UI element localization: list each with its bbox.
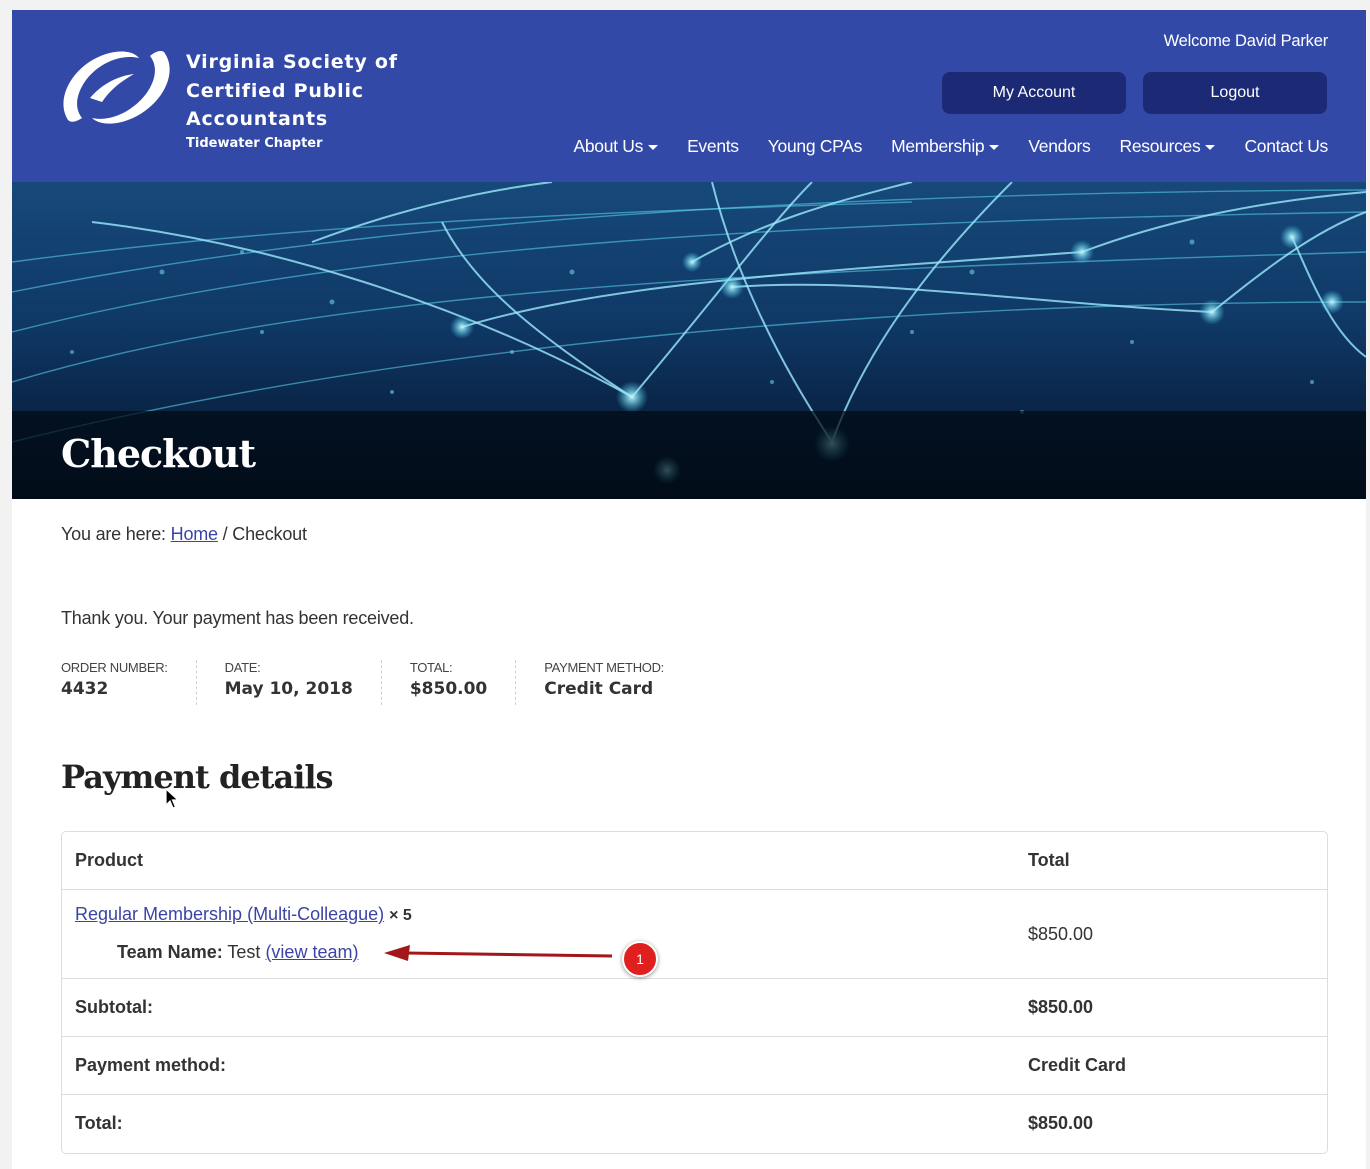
order-overview: Order number: 4432 Date: May 10, 2018 To… — [61, 660, 720, 705]
product-column-header: Product — [75, 850, 144, 870]
breadcrumb-separator: / — [222, 524, 228, 544]
product-quantity: × 5 — [389, 907, 412, 924]
table-row: Regular Membership (Multi-Colleague) × 5… — [62, 890, 1327, 979]
org-name: Virginia Society of Certified Public Acc… — [186, 51, 398, 130]
nav-label: Resources — [1119, 136, 1201, 156]
subtotal-label: Subtotal: — [75, 997, 153, 1017]
mouse-pointer-icon — [165, 788, 179, 809]
order-number: Order number: 4432 — [61, 660, 197, 705]
my-account-button[interactable]: My Account — [942, 72, 1126, 114]
page-title: Checkout — [61, 431, 256, 476]
main-nav: About Us Events Young CPAs Membership Ve… — [544, 136, 1328, 157]
caret-down-icon — [1205, 145, 1216, 150]
team-name-label: Team Name: — [117, 942, 223, 962]
product-total: $850.00 — [1028, 924, 1094, 944]
nav-membership[interactable]: Membership — [891, 136, 1000, 157]
caret-down-icon — [989, 145, 1000, 150]
order-date-label: Date: — [224, 660, 261, 675]
org-chapter: Tidewater Chapter — [186, 136, 323, 151]
caret-down-icon — [648, 145, 659, 150]
order-total-label: Total: — [409, 660, 453, 675]
nav-label: About Us — [573, 136, 644, 156]
subtotal-value: $850.00 — [1028, 997, 1094, 1017]
order-received-message: Thank you. Your payment has been receive… — [61, 608, 414, 628]
breadcrumb: You are here: Home / Checkout — [61, 524, 307, 545]
breadcrumb-current: Checkout — [232, 524, 307, 544]
view-team-link[interactable]: (view team) — [265, 942, 358, 962]
page: Virginia Society of Certified Public Acc… — [12, 10, 1366, 1169]
vscpa-logo-icon[interactable] — [60, 46, 172, 128]
nav-label: Membership — [891, 136, 985, 156]
order-total-value: $850.00 — [409, 679, 488, 699]
total-label: Total: — [75, 1113, 123, 1133]
breadcrumb-prefix: You are here: — [61, 524, 166, 544]
order-date-value: May 10, 2018 — [224, 679, 353, 699]
order-payment-method-value: Credit Card — [544, 679, 654, 699]
annotation-arrow-icon — [384, 945, 613, 961]
nav-contact-us[interactable]: Contact Us — [1244, 136, 1328, 157]
nav-resources[interactable]: Resources — [1119, 136, 1216, 157]
payment-method-value: Credit Card — [1028, 1055, 1127, 1075]
total-row: Total: $850.00 — [62, 1095, 1327, 1153]
nav-events[interactable]: Events — [687, 136, 739, 157]
nav-label: Young CPAs — [767, 136, 863, 156]
team-name-value: Test — [227, 942, 261, 962]
breadcrumb-home-link[interactable]: Home — [171, 524, 218, 544]
nav-label: Vendors — [1028, 136, 1091, 156]
nav-label: Events — [687, 136, 739, 156]
page-title-bar: Checkout — [12, 411, 1366, 499]
order-date: Date: May 10, 2018 — [225, 660, 382, 705]
payment-method-label: Payment method: — [75, 1055, 227, 1075]
table-header-row: Product Total — [62, 832, 1327, 890]
payment-details-table: Product Total Regular Membership (Multi-… — [61, 831, 1328, 1154]
total-value: $850.00 — [1028, 1113, 1094, 1133]
subtotal-row: Subtotal: $850.00 — [62, 979, 1327, 1037]
total-column-header: Total — [1028, 850, 1070, 870]
nav-label: Contact Us — [1244, 136, 1328, 156]
payment-details-title: Payment details — [61, 758, 334, 796]
payment-method-row: Payment method: Credit Card — [62, 1037, 1327, 1095]
logout-button[interactable]: Logout — [1143, 72, 1327, 114]
hero-banner: Checkout — [12, 182, 1366, 499]
order-payment-method-label: Payment method: — [544, 660, 664, 675]
product-link[interactable]: Regular Membership (Multi-Colleague) — [75, 904, 384, 924]
product-cell: Regular Membership (Multi-Colleague) × 5 — [75, 904, 412, 925]
order-total: Total: $850.00 — [409, 660, 517, 705]
welcome-text: Welcome David Parker — [1163, 32, 1329, 50]
site-header: Virginia Society of Certified Public Acc… — [12, 10, 1366, 182]
nav-about-us[interactable]: About Us — [573, 136, 659, 157]
team-name-meta: Team Name: Test (view team) — [117, 942, 358, 963]
nav-young-cpas[interactable]: Young CPAs — [767, 136, 863, 157]
order-number-label: Order number: — [61, 660, 168, 675]
nav-vendors[interactable]: Vendors — [1028, 136, 1090, 157]
order-number-value: 4432 — [61, 679, 109, 699]
order-payment-method: Payment method: Credit Card — [544, 660, 692, 705]
annotation-badge: 1 — [622, 941, 658, 977]
